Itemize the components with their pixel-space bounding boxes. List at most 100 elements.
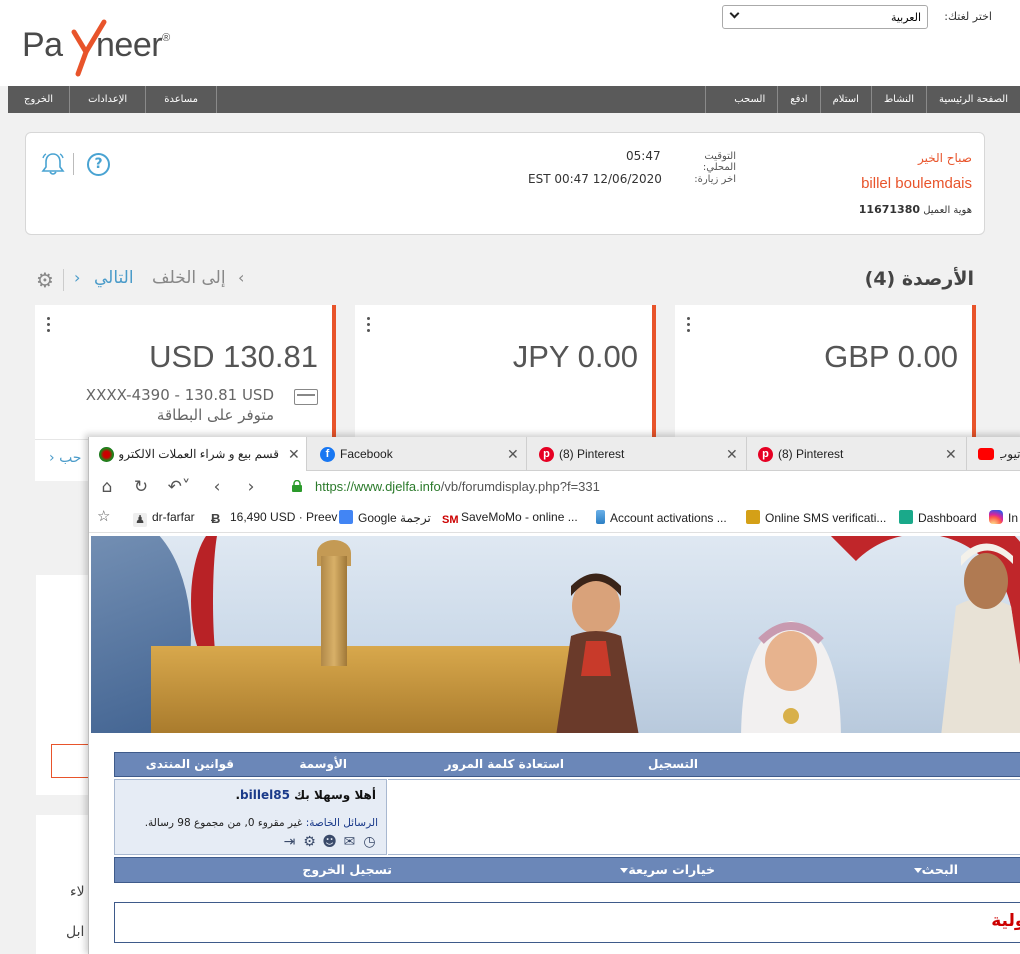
main-nav: الصفحة الرئيسية النشاط استلام ادفع السحب… xyxy=(8,86,1020,113)
forum-search-menu[interactable]: البحث xyxy=(910,862,958,877)
logout-icon[interactable]: ⇥ xyxy=(281,834,298,851)
banner-figure-man xyxy=(941,543,1020,733)
payoneer-logo[interactable]: Pa neer® xyxy=(22,18,197,77)
card-footer-link[interactable]: › حب xyxy=(49,450,81,466)
nav-primary: الصفحة الرئيسية النشاط استلام ادفع السحب xyxy=(705,86,1020,113)
forum-nav-badges[interactable]: الأوسمة xyxy=(299,757,347,771)
greeting: صباح الخير xyxy=(917,151,972,165)
forum-quick-options-menu[interactable]: خيارات سريعة xyxy=(616,862,715,877)
chat-icon[interactable]: ✉ xyxy=(341,834,358,851)
gear-icon[interactable]: ⚙ xyxy=(36,269,58,291)
logo-text-left: Pa xyxy=(22,26,63,64)
more-icon[interactable] xyxy=(687,317,691,335)
language-select[interactable]: العربية xyxy=(722,5,928,29)
forum-welcome: أهلا وسهلا بك billel85. xyxy=(235,788,376,802)
forum-notice-box: ؤولية xyxy=(114,902,1020,943)
pinterest-icon: p xyxy=(758,447,773,462)
nav-home[interactable]: الصفحة الرئيسية xyxy=(926,86,1020,113)
bookmark-preev[interactable]: Ƀ 16,490 USD · Preev xyxy=(211,510,337,526)
bookmark-dashboard[interactable]: Dashboard xyxy=(899,510,977,525)
add-user-icon[interactable]: ☻ xyxy=(321,834,338,851)
bookmarks-bar: ☆ ♟ dr-farfar Ƀ 16,490 USD · Preev Google … xyxy=(89,503,1020,533)
tab-pinterest-2[interactable]: p (8) Pinterest ✕ xyxy=(748,437,967,471)
bookmark-dr-farfar[interactable]: ♟ dr-farfar xyxy=(133,510,195,527)
bookmark-online-sms[interactable]: Online SMS verificati... xyxy=(746,510,886,525)
forum-user-box: أهلا وسهلا بك billel85. الرسائل الخاصة: … xyxy=(114,779,387,855)
clock-icon[interactable]: ◷ xyxy=(361,834,378,851)
close-icon[interactable]: ✕ xyxy=(945,437,957,471)
caret-down-icon xyxy=(913,868,922,873)
nav-pay[interactable]: ادفع xyxy=(777,86,819,113)
forum-banner-image xyxy=(91,536,1020,733)
youtube-icon xyxy=(978,448,994,460)
tab-djelfa[interactable]: قسم بيع و شراء العملات الالكترونية ✕ xyxy=(89,437,307,471)
help-icon[interactable]: ? xyxy=(87,153,110,176)
customer-id: هوية العميل 11671380 xyxy=(858,203,972,216)
nav-secondary: مساعدة الإعدادات الخروج xyxy=(8,86,217,113)
gear-icon[interactable]: ⚙ xyxy=(301,834,318,851)
nav-activity[interactable]: النشاط xyxy=(870,86,926,113)
forum-userbar-blank xyxy=(388,779,1020,855)
next-button[interactable]: التالي xyxy=(94,268,134,288)
tab-facebook[interactable]: f Facebook ✕ xyxy=(308,437,527,471)
back-arrow-icon[interactable]: ‹ xyxy=(207,477,227,497)
tab-title: (8) Pinterest xyxy=(778,447,844,461)
account-name: billel boulemdais xyxy=(861,175,972,192)
forward-arrow-icon[interactable]: › xyxy=(241,477,261,497)
undo-icon[interactable]: ↶˅ xyxy=(165,477,193,497)
nav-logout[interactable]: الخروج xyxy=(8,86,71,113)
nav-settings[interactable]: الإعدادات xyxy=(70,86,147,113)
local-time-label: التوقيت المحلي: xyxy=(702,151,736,173)
balances-title: الأرصدة (4) xyxy=(864,268,974,290)
close-icon[interactable]: ✕ xyxy=(726,437,738,471)
local-time-value: 05:47 xyxy=(626,149,661,163)
url-text: https://www.djelfa.info/vb/forumdisplay.… xyxy=(315,479,600,494)
close-icon[interactable]: ✕ xyxy=(507,437,519,471)
forum-nav-rules[interactable]: قوانين المنتدى xyxy=(146,757,234,771)
bookmark-google-translate[interactable]: Google ترجمة xyxy=(339,510,431,525)
tab-title: يوتيوب xyxy=(1000,447,1020,461)
last-visit-label: اخر زيارة: xyxy=(694,174,736,185)
tab-pinterest-1[interactable]: p (8) Pinterest ✕ xyxy=(528,437,747,471)
chevron-right-icon[interactable]: › xyxy=(74,268,80,287)
back-button[interactable]: إلى الخلف xyxy=(152,268,226,288)
chevron-left-icon[interactable]: ‹ xyxy=(238,268,244,287)
nav-receive[interactable]: استلام xyxy=(819,86,871,113)
reload-icon[interactable]: ↻ xyxy=(131,477,151,497)
last-visit-value: EST 00:47 12/06/2020 xyxy=(528,172,662,186)
bookmark-instagram[interactable]: In xyxy=(989,510,1018,525)
close-icon[interactable]: ✕ xyxy=(288,437,300,471)
forum-logout-link[interactable]: تسجيل الخروج xyxy=(302,862,392,877)
home-icon[interactable]: ⌂ xyxy=(97,477,117,497)
bell-icon[interactable] xyxy=(40,151,66,177)
language-selected: العربية xyxy=(890,11,921,24)
chevron-down-icon xyxy=(729,8,740,19)
bottle-icon xyxy=(596,510,605,524)
banner-figure-boy xyxy=(556,573,639,733)
forum-username[interactable]: billel85 xyxy=(240,788,290,802)
private-messages: الرسائل الخاصة: غير مقروء 0, من مجموع 98… xyxy=(144,817,378,829)
balance-amount: JPY 0.00 xyxy=(512,339,638,374)
logo-text-right: neer® xyxy=(96,26,170,64)
private-messages-link[interactable]: الرسائل الخاصة: xyxy=(306,817,378,829)
person-icon: ♟ xyxy=(133,513,147,527)
bookmark-account-activations[interactable]: Account activations ... xyxy=(596,510,727,525)
background-button[interactable] xyxy=(51,744,91,778)
background-text: ابل xyxy=(66,924,85,940)
balance-amount: USD 130.81 xyxy=(149,339,318,374)
bookmark-savemomo[interactable]: SM SaveMoMo - online ... xyxy=(442,510,578,528)
payoneer-header: Pa neer® اختر لغتك: العربية xyxy=(0,0,1020,86)
balance-amount: GBP 0.00 xyxy=(824,339,958,374)
nav-help[interactable]: مساعدة xyxy=(146,86,216,113)
star-icon[interactable]: ☆ xyxy=(97,507,110,525)
forum-nav-recover-password[interactable]: استعادة كلمة المرور xyxy=(445,757,564,771)
tab-youtube[interactable]: يوتيوب xyxy=(968,437,1020,471)
tab-strip: قسم بيع و شراء العملات الالكترونية ✕ f F… xyxy=(89,437,1020,471)
forum-notice-text: ؤولية xyxy=(991,911,1020,931)
forum-nav-register[interactable]: التسجيل xyxy=(648,757,698,771)
address-bar[interactable]: https://www.djelfa.info/vb/forumdisplay.… xyxy=(277,474,1017,500)
more-icon[interactable] xyxy=(47,317,51,335)
facebook-icon: f xyxy=(320,447,335,462)
more-icon[interactable] xyxy=(367,317,371,335)
nav-withdraw[interactable]: السحب xyxy=(706,86,777,113)
